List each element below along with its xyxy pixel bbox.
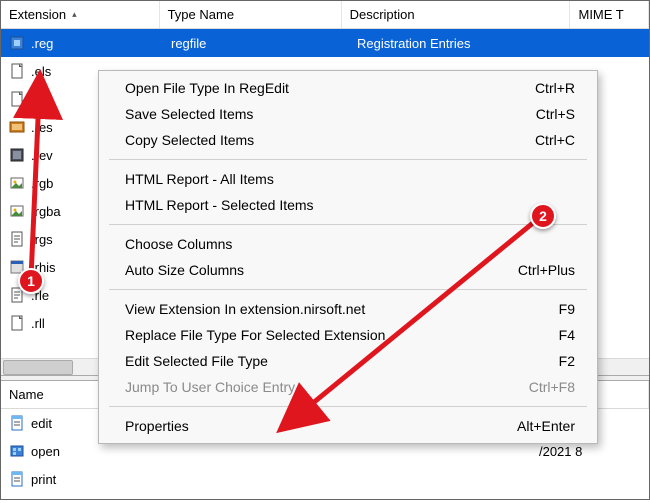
column-header-label: Name [9,387,44,402]
table-row[interactable]: .reg regfile Registration Entries [1,29,649,57]
registry-icon [9,443,25,459]
extension-text: .rll [31,316,45,331]
menu-item[interactable]: Auto Size Columns Ctrl+Plus [101,257,595,283]
column-header-label: MIME T [578,7,623,22]
menu-item-label: HTML Report - Selected Items [125,197,314,213]
extension-text: .rhis [31,260,56,275]
menu-item-label: Auto Size Columns [125,262,244,278]
menu-item-shortcut: Ctrl+S [536,106,575,122]
modified-text: /2021 8 [539,444,582,459]
menu-separator [109,406,587,407]
column-header[interactable]: MIME T [570,1,649,28]
generic-icon [9,63,25,79]
menu-item[interactable]: HTML Report - Selected Items [101,192,595,218]
cell-extension: .reg [1,35,163,51]
menu-item-shortcut: F4 [559,327,575,343]
name-text: open [31,444,60,459]
sort-asc-icon: ▴ [72,9,77,20]
menu-item-label: Save Selected Items [125,106,253,122]
typename-text: regfile [171,36,206,51]
column-header[interactable]: Type Name [160,1,342,28]
context-menu[interactable]: Open File Type In RegEdit Ctrl+R Save Sele… [98,70,598,444]
column-header-label: Type Name [168,7,234,22]
menu-item-shortcut: Ctrl+R [535,80,575,96]
menu-item-label: Edit Selected File Type [125,353,268,369]
cell-typename: regfile [163,36,349,51]
menu-item-label: Properties [125,418,189,434]
menu-item-label: Open File Type In RegEdit [125,80,289,96]
column-header[interactable]: Description [342,1,571,28]
extension-text: .rev [31,148,53,163]
app-icon [9,259,25,275]
tool-icon [9,119,25,135]
image-icon [9,175,25,191]
menu-separator [109,159,587,160]
text-icon [9,231,25,247]
generic-icon [9,315,25,331]
menu-item-shortcut: Alt+Enter [517,418,575,434]
text-icon [9,287,25,303]
menu-item[interactable]: Save Selected Items Ctrl+S [101,101,595,127]
extension-text: .res [31,120,53,135]
name-text: print [31,472,56,487]
image-icon [9,203,25,219]
extension-text: .rgs [31,232,53,247]
menu-item[interactable]: Copy Selected Items Ctrl+C [101,127,595,153]
menu-item[interactable]: Replace File Type For Selected Extension… [101,322,595,348]
menu-separator [109,289,587,290]
menu-item[interactable]: HTML Report - All Items [101,166,595,192]
menu-item[interactable]: Edit Selected File Type F2 [101,348,595,374]
extension-text: .rle [31,288,49,303]
extension-text: .rgba [31,204,61,219]
table-row[interactable]: print [1,465,649,493]
top-header-row: Extension ▴ Type Name Description MIME T [1,1,649,29]
cell-name: open [1,443,531,459]
notepad-icon [9,471,25,487]
name-text: edit [31,416,52,431]
scroll-thumb[interactable] [3,360,73,375]
menu-item-label: Copy Selected Items [125,132,254,148]
menu-item[interactable]: View Extension In extension.nirsoft.net F… [101,296,595,322]
cell-modified: /2021 8 [531,444,649,459]
menu-item[interactable]: Choose Columns [101,231,595,257]
extension-text: .rep [31,92,53,107]
extension-text: .reg [31,36,53,51]
menu-item-label: View Extension In extension.nirsoft.net [125,301,365,317]
tool2-icon [9,147,25,163]
column-header[interactable]: Extension ▴ [1,1,160,28]
notepad-icon [9,415,25,431]
extension-text: .els [31,64,51,79]
menu-item: Jump To User Choice Entry Ctrl+F8 [101,374,595,400]
menu-item-label: Choose Columns [125,236,232,252]
menu-item-shortcut: F9 [559,301,575,317]
menu-item-shortcut: Ctrl+C [535,132,575,148]
menu-item-label: Jump To User Choice Entry [125,379,295,395]
menu-item-shortcut: Ctrl+F8 [529,379,575,395]
column-header-label: Description [350,7,415,22]
menu-item-label: Replace File Type For Selected Extension [125,327,385,343]
menu-item-label: HTML Report - All Items [125,171,274,187]
column-header-label: Extension [9,7,66,22]
extension-text: .rgb [31,176,53,191]
menu-item[interactable]: Open File Type In RegEdit Ctrl+R [101,75,595,101]
menu-item[interactable]: Properties Alt+Enter [101,413,595,439]
generic-icon [9,91,25,107]
description-text: Registration Entries [357,36,470,51]
menu-separator [109,224,587,225]
reg-icon [9,35,25,51]
cell-name: print [1,471,531,487]
menu-item-shortcut: Ctrl+Plus [518,262,575,278]
menu-item-shortcut: F2 [559,353,575,369]
cell-description: Registration Entries [349,36,583,51]
